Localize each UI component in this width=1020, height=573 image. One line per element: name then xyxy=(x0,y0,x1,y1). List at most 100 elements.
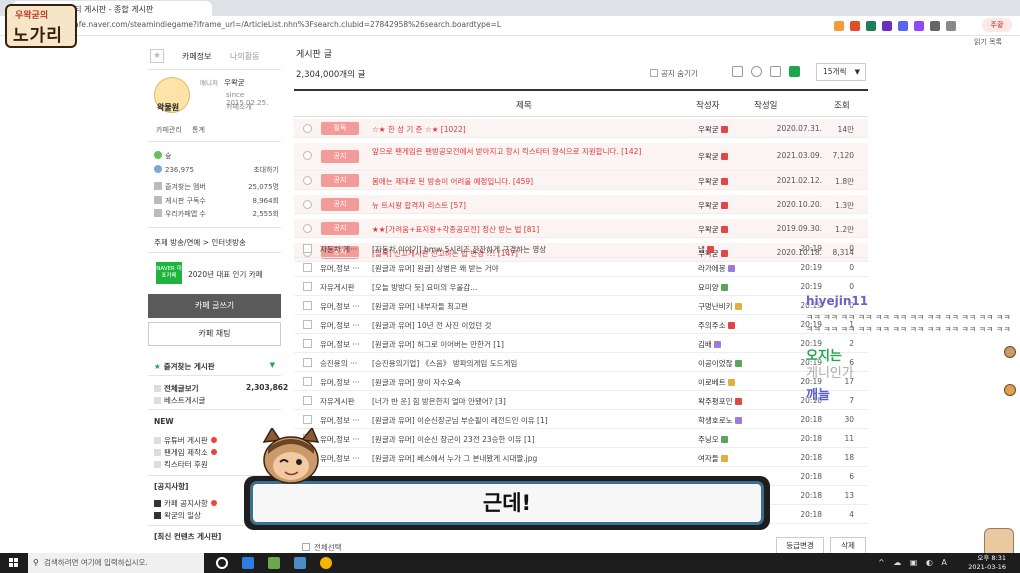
menu-youtuber-board[interactable]: 유튜버 게시판 xyxy=(154,435,217,446)
post-author[interactable]: 구멍난비키 xyxy=(698,301,762,312)
checkbox[interactable] xyxy=(302,543,310,551)
post-author[interactable]: 이공이었잖 xyxy=(698,358,762,369)
post-author[interactable]: 학생호로노 xyxy=(698,415,762,426)
post-subject-link[interactable]: [원글과 유머] 10년 전 사진 이었던 것 xyxy=(372,320,690,331)
list-view-icon[interactable] xyxy=(732,66,743,77)
post-board-link[interactable]: 자동차 게··· xyxy=(320,244,370,255)
extension-icon[interactable] xyxy=(914,21,924,31)
post-author[interactable]: 주닝오 xyxy=(698,434,762,445)
post-board-link[interactable]: 유머,정보 ··· xyxy=(320,415,370,426)
post-subject-link[interactable]: ☆★ 한 성 기 준 ☆★ [1022] xyxy=(372,124,690,135)
cafe-manage-link[interactable]: 카페관리 xyxy=(156,126,182,134)
extension-icon[interactable] xyxy=(866,21,876,31)
post-subject-link[interactable]: 봄에는 제대로 된 방송이 어려울 예정입니다. [459] xyxy=(372,176,690,187)
post-subject-link[interactable]: [원글과 유머] 허그로 이어버는 만한거 [1] xyxy=(372,339,690,350)
post-subject-link[interactable]: [원글과 유머] 이순신 장군이 23전 23승한 이유 [1] xyxy=(372,434,690,445)
row-checkbox[interactable] xyxy=(303,396,312,405)
menu-fangame-lab[interactable]: 팬게임 제작소 xyxy=(154,447,217,458)
post-subject-link[interactable]: [원글과 유머] 팡이 자수요속 xyxy=(372,377,690,388)
star-icon[interactable]: ★ xyxy=(150,49,164,63)
windows-start-icon[interactable] xyxy=(9,558,19,568)
reading-list-button[interactable]: 읽기 목록 xyxy=(974,37,1002,47)
table-row[interactable]: 유머,정보 ··· [원글과 유머] 이순신 장군이 23전 23승한 이유 [1… xyxy=(294,429,868,448)
post-author[interactable]: 냅 xyxy=(698,244,762,255)
row-checkbox[interactable] xyxy=(303,415,312,424)
table-row[interactable]: 유머,정보 ··· [원글과 유머] 10년 전 사진 이었던 것 주의주소 20:1… xyxy=(294,315,868,334)
post-author[interactable]: 김배 xyxy=(698,339,762,350)
menu-daily[interactable]: 왁굳의 일상 xyxy=(154,510,201,521)
post-subject-link[interactable]: 뉴 트시왕 합격자 리스트 [57] xyxy=(372,200,690,211)
table-row[interactable]: 유머,정보 ··· [원글과 유머] 내부자들 최고편 구멍난비키 20:19 0 xyxy=(294,296,868,315)
post-board-link[interactable]: 유머,정보 ··· xyxy=(320,320,370,331)
table-row[interactable]: 유머,정보 ··· [원글과 유머] 허그로 이어버는 만한거 [1] 김배 20:1… xyxy=(294,334,868,353)
table-row[interactable]: 자유게시판 [오늘 방방다 듯] 요미의 우울감... 요미양 20:19 0 xyxy=(294,277,868,296)
post-board-link[interactable]: 유머,정보 ··· xyxy=(320,339,370,350)
post-author[interactable]: 우왁굳 xyxy=(698,151,762,162)
table-row[interactable]: 승진용의 ··· [승진용의기업] 《스음》 방파의게임 도드게임 이공이었잖 20:… xyxy=(294,353,868,372)
cafe-chat-button[interactable]: 카페 채팅 xyxy=(148,322,281,346)
puzzle-icon[interactable] xyxy=(930,21,940,31)
row-checkbox[interactable] xyxy=(303,301,312,310)
chrome-icon[interactable] xyxy=(320,557,332,569)
card-view-icon[interactable] xyxy=(789,66,800,77)
extension-icon[interactable] xyxy=(882,21,892,31)
post-subject-link[interactable]: [자동차 이야기] bmw 5시리즈 잔잔하게 구경하는 영상 xyxy=(372,244,690,255)
post-author[interactable]: 이로베트 xyxy=(698,377,762,388)
row-checkbox[interactable] xyxy=(303,358,312,367)
post-author[interactable]: 주의주소 xyxy=(698,320,762,331)
post-subject-link[interactable]: [원글과 유머] 이순신장군님 부순될이 레전드인 이유 [1] xyxy=(372,415,690,426)
table-row[interactable]: 자유게시판 [너가 반 운] 힘 방은한지 얼마 안됐어? [3] 왁주평포인 20:… xyxy=(294,391,868,410)
post-author[interactable]: 우왁굳 xyxy=(698,224,762,235)
row-checkbox[interactable] xyxy=(303,320,312,329)
extension-icon[interactable] xyxy=(898,21,908,31)
post-author[interactable]: 우왁굳 xyxy=(698,124,762,135)
cafe-intro-link[interactable]: 카페소개 xyxy=(226,102,252,112)
menu-all-posts[interactable]: 전체글보기 2,303,862 xyxy=(154,383,288,394)
post-subject-link[interactable]: [원글과 유머] 내부자들 최고편 xyxy=(372,301,690,312)
post-board-link[interactable]: 자유게시판 xyxy=(320,282,370,293)
task-view-icon[interactable] xyxy=(216,557,228,569)
checkbox[interactable] xyxy=(650,69,658,77)
post-board-link[interactable]: 유머,정보 ··· xyxy=(320,301,370,312)
post-board-link[interactable]: 유머,정보 ··· xyxy=(320,434,370,445)
table-row[interactable]: 자동차 게··· [자동차 이야기] bmw 5시리즈 잔잔하게 구경하는 영상 냅… xyxy=(294,239,868,258)
post-subject-link[interactable]: 앞으로 팬게임은 팬방공모전에서 받아지고 항시 킥스타터 형식으로 지원합니다… xyxy=(372,146,690,157)
menu-cafe-notice[interactable]: 카페 공지사항 xyxy=(154,498,217,509)
post-subject-link[interactable]: [원글과 유머] 원글] 상병은 왜 받는 거야 xyxy=(372,263,690,274)
post-author[interactable]: 라가에몽 xyxy=(698,263,762,274)
manager-name[interactable]: 우왁굳 xyxy=(224,77,245,88)
play-icon[interactable] xyxy=(751,66,762,77)
grid-view-icon[interactable] xyxy=(770,66,781,77)
caret-down-icon[interactable]: ▼ xyxy=(270,361,275,369)
invite-link[interactable]: 초대하기 xyxy=(253,165,279,175)
notice-row[interactable]: 필독 ☆★ 한 성 기 준 ☆★ [1022] 우왁굳 2020.07.31. 14만 xyxy=(294,119,868,138)
post-subject-link[interactable]: [오늘 방방다 듯] 요미의 우울감... xyxy=(372,282,690,293)
post-subject-link[interactable]: [너가 반 운] 힘 방은한지 얼마 안됐어? [3] xyxy=(372,396,690,407)
post-subject-link[interactable]: ★★[가려움+표지왕+각종공모전] 정산 받는 법 [81] xyxy=(372,224,690,235)
edge-icon[interactable] xyxy=(242,557,254,569)
profile-button[interactable]: 주황 xyxy=(982,18,1012,32)
post-author[interactable]: 왁주평포인 xyxy=(698,396,762,407)
post-author[interactable]: 우왁굳 xyxy=(698,200,762,211)
bookmark-icon[interactable] xyxy=(946,21,956,31)
row-checkbox[interactable] xyxy=(303,339,312,348)
table-row[interactable]: 유머,정보 ··· [원글과 유머] 팡이 자수요속 이로베트 20:19 17 xyxy=(294,372,868,391)
menu-kickstarter[interactable]: 킥스타터 후원 xyxy=(154,459,208,470)
post-author[interactable]: 여자들 xyxy=(698,453,762,464)
post-board-link[interactable]: 유머,정보 ··· xyxy=(320,263,370,274)
url-field[interactable]: cafe.naver.com/steamindiegame?iframe_url… xyxy=(70,20,800,33)
post-board-link[interactable]: 유머,정보 ··· xyxy=(320,453,370,464)
menu-best-posts[interactable]: 베스트게시글 xyxy=(154,395,205,406)
post-subject-link[interactable]: [원글과 유머] 베스에서 누가 그 본내봤게 시대짤.jpg xyxy=(372,453,690,464)
table-row[interactable]: 유머,정보 ··· [원글과 유머] 이순신장군님 부순될이 레전드인 이유 [1… xyxy=(294,410,868,429)
minecraft-icon[interactable] xyxy=(268,557,280,569)
select-all[interactable]: 전체선택 xyxy=(302,542,342,553)
post-board-link[interactable]: 자유게시판 xyxy=(320,396,370,407)
table-row[interactable]: 유머,정보 ··· [원글과 유머] 베스에서 누가 그 본내봤게 시대짤.jpg… xyxy=(294,448,868,467)
notice-row[interactable]: 공지 ★★[가려움+표지왕+각종공모전] 정산 받는 법 [81] 우왁굳 2019.… xyxy=(294,219,868,238)
row-checkbox[interactable] xyxy=(303,244,312,253)
row-checkbox[interactable] xyxy=(303,282,312,291)
row-checkbox[interactable] xyxy=(303,377,312,386)
post-board-link[interactable]: 유머,정보 ··· xyxy=(320,377,370,388)
tab-cafe-info[interactable]: 카페정보 xyxy=(182,51,211,62)
